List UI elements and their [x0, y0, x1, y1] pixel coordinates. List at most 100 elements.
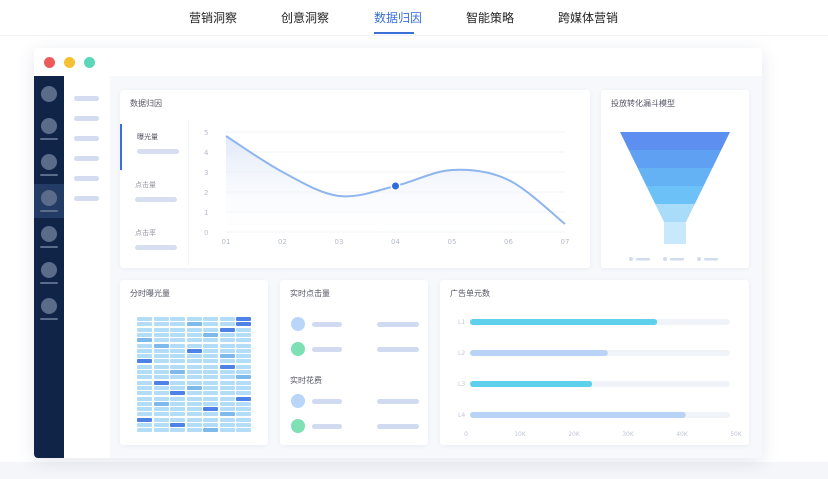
realtime-label-bar [312, 424, 342, 429]
realtime-clicks-title: 实时点击量 [290, 289, 330, 298]
heatmap-cell [236, 327, 251, 332]
y-tick-label: 3 [204, 169, 208, 177]
heatmap-card: 分时曝光量 [120, 280, 268, 445]
metric-tab-clicks[interactable]: 点击量 [120, 172, 188, 218]
metric-tab-impressions[interactable]: 曝光量 [120, 124, 188, 170]
metric-tab-label: 曝光量 [137, 133, 158, 141]
heatmap-cell [219, 412, 235, 417]
secondary-nav-item[interactable] [74, 96, 99, 101]
heatmap-cell [153, 417, 169, 422]
secondary-nav-item[interactable] [74, 176, 99, 181]
secondary-nav-item[interactable] [74, 136, 99, 141]
x-tick-label: 05 [448, 238, 457, 246]
sidebar-icon-6[interactable] [41, 262, 57, 278]
heatmap-cell [203, 401, 218, 406]
heatmap-cell [203, 407, 218, 412]
heatmap-cell [203, 354, 218, 359]
nav-active-underline [374, 32, 414, 34]
heatmap-cell [203, 338, 218, 343]
heatmap-cell [236, 317, 251, 321]
heatmap-cell [236, 391, 251, 396]
realtime-label-bar [312, 347, 342, 352]
heatmap-cell [236, 348, 251, 353]
heatmap-cell [219, 338, 235, 343]
heatmap-cell [170, 407, 185, 412]
bottom-band [0, 462, 828, 479]
funnel-level [620, 132, 730, 150]
nav-item-data-attribution[interactable]: 数据归因 [374, 9, 422, 26]
funnel-level [637, 168, 713, 186]
heatmap-cell [186, 385, 202, 390]
nav-item-cross-media[interactable]: 跨媒体营销 [558, 9, 618, 26]
heatmap-cell [219, 407, 235, 412]
heatmap-cell [153, 385, 169, 390]
realtime-status-dot [291, 419, 305, 433]
nav-item-creative-insight[interactable]: 创意洞察 [281, 9, 329, 26]
heatmap-cell [170, 401, 185, 406]
heatmap-cell [137, 359, 152, 364]
heatmap-cell [137, 317, 152, 321]
metric-tab-ctr[interactable]: 点击率 [120, 220, 188, 266]
heatmap-cell [153, 380, 169, 385]
heatmap-cell [203, 412, 218, 417]
heatmap-cell [153, 364, 169, 369]
window-titlebar [34, 48, 762, 76]
sidebar-label-2 [40, 138, 58, 140]
sidebar-icon-4[interactable] [41, 190, 57, 206]
y-tick-label: 4 [204, 149, 209, 157]
heatmap-cell [186, 380, 202, 385]
heatmap-cell [203, 385, 218, 390]
heatmap-cell [137, 396, 152, 401]
window-minimize-button[interactable] [64, 57, 75, 68]
secondary-nav-item[interactable] [74, 116, 99, 121]
heatmap-cell [170, 391, 185, 396]
x-tick-label: 0 [464, 431, 468, 438]
x-tick-label: 50K [730, 431, 743, 438]
secondary-nav-item[interactable] [74, 196, 99, 201]
y-tick-label: 0 [204, 229, 208, 237]
y-tick-label: 1 [204, 209, 208, 217]
funnel-level [655, 204, 695, 222]
heatmap-cell [170, 370, 185, 374]
heatmap-cell [153, 343, 169, 348]
legend-bar [636, 258, 650, 261]
heatmap-cell [170, 348, 185, 353]
heatmap-cell [153, 428, 169, 433]
heatmap-cell [170, 359, 185, 364]
nav-item-smart-strategy[interactable]: 智能策略 [466, 9, 514, 26]
heatmap-cell [170, 332, 185, 337]
x-tick-label: 02 [278, 238, 287, 246]
bar [470, 319, 658, 325]
secondary-nav-item[interactable] [74, 156, 99, 161]
heatmap-cell [137, 380, 152, 385]
metric-tab-value-bar [135, 197, 177, 202]
heatmap-cell [186, 423, 202, 427]
heatmap-cell [186, 348, 202, 353]
heatmap-cell [219, 385, 235, 390]
nav-item-marketing-insight[interactable]: 营销洞察 [189, 9, 237, 26]
top-nav: 营销洞察 创意洞察 数据归因 智能策略 跨媒体营销 [0, 0, 828, 36]
realtime-label-bar [312, 399, 342, 404]
x-tick-label: 07 [561, 238, 570, 246]
heatmap-cell [203, 370, 218, 374]
heatmap-cell [153, 370, 169, 374]
window-close-button[interactable] [44, 57, 55, 68]
heatmap-cell [137, 407, 152, 412]
sidebar-icon-3[interactable] [41, 154, 57, 170]
heatmap-cell [203, 417, 218, 422]
heatmap-cell [170, 380, 185, 385]
x-tick-label: 10K [514, 431, 527, 438]
window-maximize-button[interactable] [84, 57, 95, 68]
legend-dot [663, 257, 667, 261]
heatmap-cell [236, 380, 251, 385]
sidebar-icon-7[interactable] [41, 298, 57, 314]
heatmap-cell [137, 370, 152, 374]
ad-units-bar-chart: L1 L2 L3 L4 0 10K 20K 30K 40K 50K [458, 319, 743, 438]
sidebar-icon-1[interactable] [41, 86, 57, 102]
sidebar-icon-5[interactable] [41, 226, 57, 242]
sidebar-icon-2[interactable] [41, 118, 57, 134]
heatmap-cell [186, 364, 202, 369]
heatmap-cell [137, 364, 152, 369]
heatmap-cell [137, 385, 152, 390]
heatmap-cell [219, 423, 235, 427]
